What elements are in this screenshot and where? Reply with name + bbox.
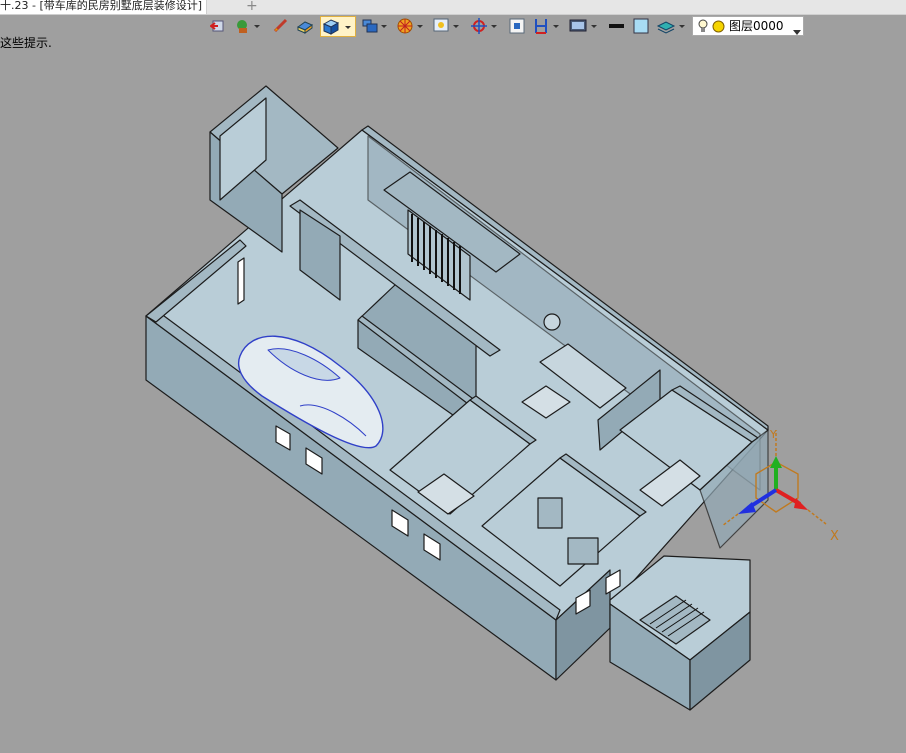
sketch-filter-icon[interactable] [234,16,260,36]
bulb-icon[interactable] [698,19,708,39]
house-model: X Y [145,85,839,711]
layer-manager-icon[interactable] [656,16,686,36]
y-axis-label: Y [769,428,777,441]
3d-viewport[interactable]: X Y [0,50,906,749]
solid-style-icon[interactable] [296,16,314,36]
dimension-icon[interactable] [532,16,560,36]
tab-bar: 十.23 - [带车库的民房别墅底层装修设计] ✕ + [0,0,906,15]
view-mode-icon[interactable] [360,16,388,36]
grid-icon[interactable] [508,16,526,36]
shaded-view-icon[interactable] [320,16,356,37]
layer-name: 图层0000 [729,19,784,33]
new-tab-icon[interactable]: + [246,0,258,14]
zoom-icon[interactable] [432,16,460,36]
render-icon[interactable] [396,16,424,36]
hint-text: 这些提示. [0,36,52,50]
layer-color-icon [712,20,725,38]
document-tab[interactable]: 十.23 - [带车库的民房别墅底层装修设计] ✕ [0,0,208,14]
document-tab-title: 十.23 - [带车库的民房别墅底层装修设计] [0,0,203,12]
x-axis-label: X [830,529,839,544]
layer-selector[interactable]: 图层0000 [692,16,804,36]
chevron-down-icon[interactable] [793,23,801,41]
snap-icon[interactable] [470,16,498,36]
exit-sketch-icon[interactable] [210,16,228,36]
line-color-icon[interactable] [272,16,290,36]
display-icon[interactable] [568,16,598,36]
fill-color-icon[interactable] [632,16,650,36]
line-width-icon[interactable] [608,16,626,36]
